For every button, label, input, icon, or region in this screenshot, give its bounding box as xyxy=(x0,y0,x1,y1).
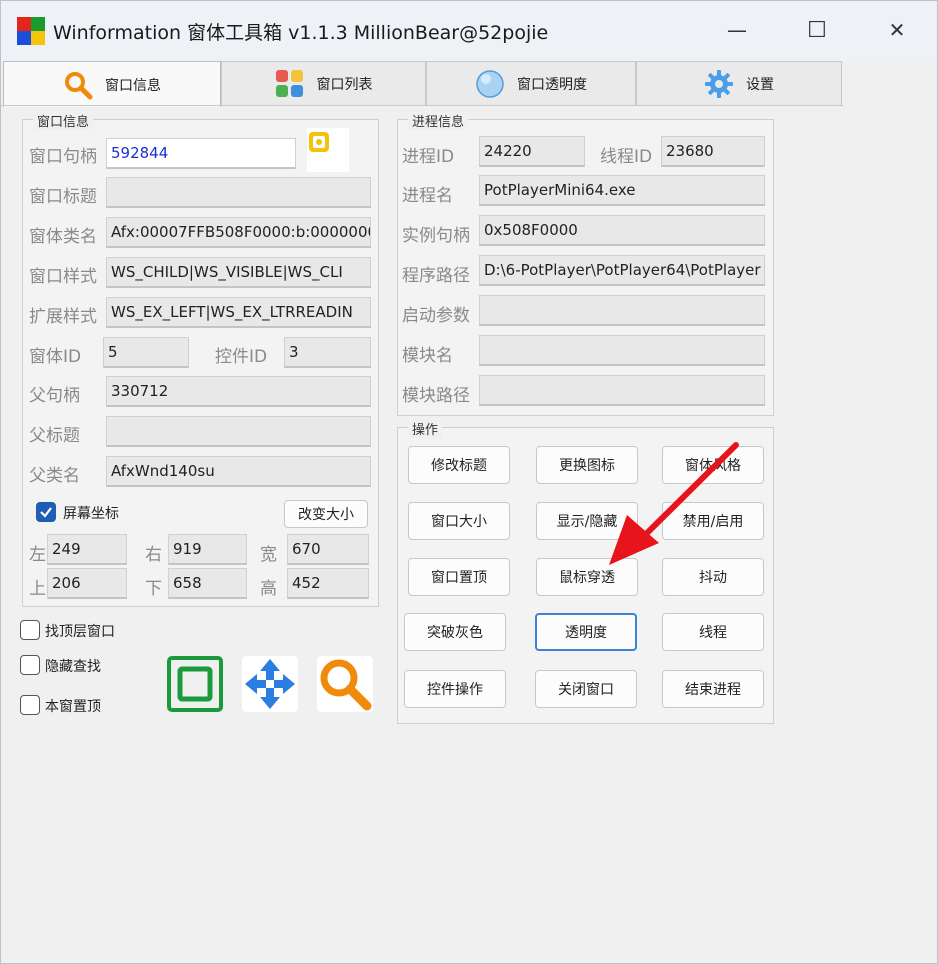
parent-class-label: 父类名 xyxy=(29,466,80,486)
gear-icon xyxy=(704,69,734,99)
tab-settings[interactable]: 设置 xyxy=(636,61,842,105)
tid-field[interactable]: 23680 xyxy=(661,136,765,167)
top-field[interactable]: 206 xyxy=(47,568,127,599)
program-path-label: 程序路径 xyxy=(402,266,470,286)
title-bar: Winformation 窗体工具箱 v1.1.3 MillionBear@52… xyxy=(1,1,937,61)
height-label: 高 xyxy=(260,579,277,599)
parent-title-label: 父标题 xyxy=(29,426,80,446)
right-label: 右 xyxy=(145,545,162,565)
left-label: 左 xyxy=(29,545,46,565)
tab-divider xyxy=(1,105,843,106)
app-logo-icon xyxy=(17,17,45,45)
module-name-label: 模块名 xyxy=(402,346,453,366)
pin-top-checkbox[interactable] xyxy=(20,695,40,715)
tab-window-list[interactable]: 窗口列表 xyxy=(221,61,426,105)
screen-coords-label: 屏幕坐标 xyxy=(63,506,119,522)
process-name-label: 进程名 xyxy=(402,186,453,206)
find-top-window-checkbox[interactable] xyxy=(20,620,40,640)
module-path-field[interactable] xyxy=(479,375,765,406)
handle-field[interactable]: 592844 xyxy=(106,138,296,169)
hide-find-checkbox[interactable] xyxy=(20,655,40,675)
break-gray-button[interactable]: 突破灰色 xyxy=(404,613,506,651)
edit-title-button[interactable]: 修改标题 xyxy=(408,446,510,484)
window-id-label: 窗体ID xyxy=(29,347,82,367)
end-process-button[interactable]: 结束进程 xyxy=(662,670,764,708)
screen-coords-checkbox[interactable] xyxy=(36,502,56,522)
launch-args-field[interactable] xyxy=(479,295,765,326)
instance-field[interactable]: 0x508F0000 xyxy=(479,215,765,246)
move-arrows-icon[interactable] xyxy=(242,656,298,712)
group-title: 进程信息 xyxy=(408,111,469,130)
finder-target-icon[interactable] xyxy=(307,128,349,172)
find-top-window-label: 找顶层窗口 xyxy=(45,624,115,640)
module-path-label: 模块路径 xyxy=(402,386,470,406)
tab-transparency[interactable]: 窗口透明度 xyxy=(426,61,636,105)
search-icon xyxy=(63,70,93,100)
group-title: 操作 xyxy=(408,419,443,438)
resize-button[interactable]: 改变大小 xyxy=(284,500,368,528)
circle-icon xyxy=(475,69,505,99)
width-field[interactable]: 670 xyxy=(287,534,369,565)
magnifier-icon[interactable] xyxy=(317,656,373,712)
handle-label: 窗口句柄 xyxy=(29,147,97,167)
check-icon xyxy=(40,507,52,518)
program-path-field[interactable]: D:\6-PotPlayer\PotPlayer64\PotPlayer xyxy=(479,255,765,286)
parent-handle-field[interactable]: 330712 xyxy=(106,376,371,407)
right-field[interactable]: 919 xyxy=(168,534,247,565)
transparency-button[interactable]: 透明度 xyxy=(535,613,637,651)
grid-icon xyxy=(275,69,305,99)
tab-label: 窗口列表 xyxy=(316,76,373,93)
process-name-field[interactable]: PotPlayerMini64.exe xyxy=(479,175,765,206)
control-id-field[interactable]: 3 xyxy=(284,337,371,368)
module-name-field[interactable] xyxy=(479,335,765,366)
frame-highlight-icon[interactable] xyxy=(167,656,223,712)
window-style-field[interactable]: WS_CHILD|WS_VISIBLE|WS_CLI xyxy=(106,257,371,288)
class-name-field[interactable]: Afx:00007FFB508F0000:b:0000000 xyxy=(106,217,371,248)
parent-class-field[interactable]: AfxWnd140su xyxy=(106,456,371,487)
height-field[interactable]: 452 xyxy=(287,568,369,599)
control-id-label: 控件ID xyxy=(215,347,268,367)
control-operation-button[interactable]: 控件操作 xyxy=(404,670,506,708)
tab-window-info[interactable]: 窗口信息 xyxy=(3,61,221,107)
class-name-label: 窗体类名 xyxy=(29,227,97,247)
minimize-button[interactable]: — xyxy=(697,1,777,59)
tid-label: 线程ID xyxy=(600,147,653,167)
maximize-button[interactable]: ☐ xyxy=(777,1,857,59)
ex-style-field[interactable]: WS_EX_LEFT|WS_EX_LTRREADIN xyxy=(106,297,371,328)
tab-label: 设置 xyxy=(746,76,774,93)
group-title: 窗口信息 xyxy=(33,111,94,130)
pid-field[interactable]: 24220 xyxy=(479,136,585,167)
hide-find-label: 隐藏查找 xyxy=(45,659,101,675)
top-label: 上 xyxy=(29,579,46,599)
close-button[interactable]: ✕ xyxy=(857,1,937,59)
left-field[interactable]: 249 xyxy=(47,534,127,565)
parent-title-field[interactable] xyxy=(106,416,371,447)
bottom-label: 下 xyxy=(145,579,162,599)
tab-label: 窗口透明度 xyxy=(517,76,587,93)
bottom-field[interactable]: 658 xyxy=(168,568,247,599)
app-window: Winformation 窗体工具箱 v1.1.3 MillionBear@52… xyxy=(0,0,938,964)
window-id-field[interactable]: 5 xyxy=(103,337,189,368)
window-topmost-button[interactable]: 窗口置顶 xyxy=(408,558,510,596)
instance-label: 实例句柄 xyxy=(402,226,470,246)
red-arrow-annotation xyxy=(609,442,739,565)
pin-top-label: 本窗置顶 xyxy=(45,699,101,715)
thread-button[interactable]: 线程 xyxy=(662,613,764,651)
window-title-label: 窗口标题 xyxy=(29,187,97,207)
width-label: 宽 xyxy=(260,545,277,565)
pid-label: 进程ID xyxy=(402,147,455,167)
tab-label: 窗口信息 xyxy=(105,77,161,94)
window-title: Winformation 窗体工具箱 v1.1.3 MillionBear@52… xyxy=(53,22,549,44)
window-style-label: 窗口样式 xyxy=(29,267,97,287)
window-title-field[interactable] xyxy=(106,177,371,208)
window-size-button[interactable]: 窗口大小 xyxy=(408,502,510,540)
ex-style-label: 扩展样式 xyxy=(29,307,97,327)
tab-bar: 窗口信息 窗口列表 窗口透明度 设置 xyxy=(1,61,843,107)
launch-args-label: 启动参数 xyxy=(402,306,470,326)
close-window-button[interactable]: 关闭窗口 xyxy=(535,670,637,708)
parent-handle-label: 父句柄 xyxy=(29,386,80,406)
